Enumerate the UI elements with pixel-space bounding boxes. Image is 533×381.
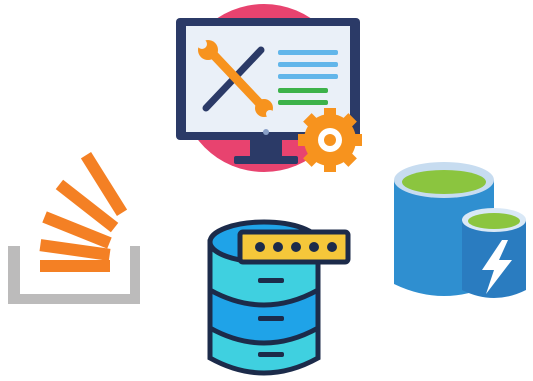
database-password-icon [198,208,354,380]
azure-cache-lightning-icon [388,158,530,304]
monitor-tools-gear-icon [166,0,366,180]
stack-overflow-icon [8,148,140,304]
icon-collage [0,0,533,381]
